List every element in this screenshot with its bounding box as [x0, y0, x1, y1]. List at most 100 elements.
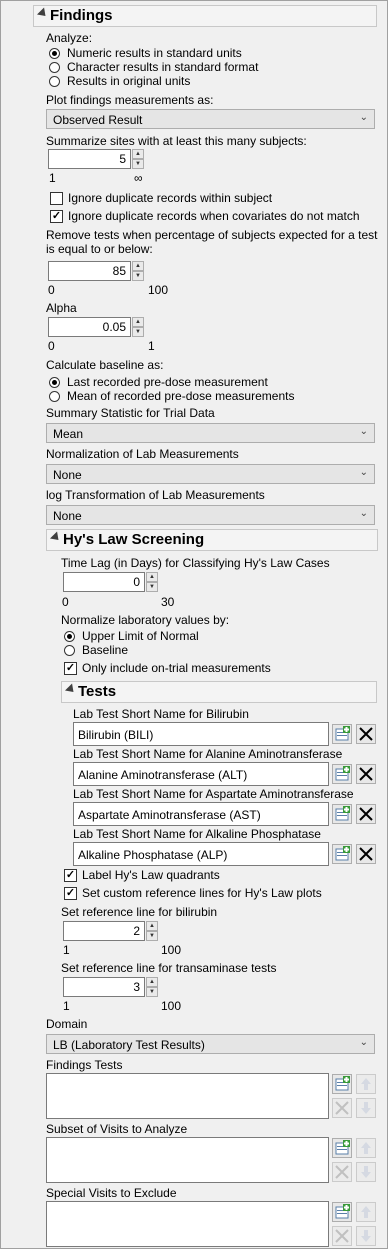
spin-up-icon[interactable]: ▲ [146, 921, 158, 931]
summary-stat-dropdown[interactable]: Mean ⌄ [46, 423, 375, 443]
domain-dropdown[interactable]: LB (Laboratory Test Results) ⌄ [46, 1034, 375, 1054]
custom-ref-checkbox[interactable]: ✓ [64, 887, 77, 900]
collapse-triangle-icon[interactable] [64, 683, 78, 696]
baseline-label: Calculate baseline as: [46, 358, 164, 372]
timelag-input[interactable]: 0 [63, 572, 145, 592]
add-column-button[interactable] [332, 764, 352, 784]
move-down-button[interactable] [356, 1098, 376, 1118]
spin-up-icon[interactable]: ▲ [146, 977, 158, 987]
remove-button[interactable] [332, 1226, 352, 1246]
trans-ref-input[interactable]: 3 [63, 977, 145, 997]
test-field-alp[interactable]: Alkaline Phosphatase (ALP) [73, 842, 329, 866]
analyze-label: Analyze: [46, 31, 93, 45]
remove-button[interactable] [356, 724, 376, 744]
analyze-option-character: Character results in standard format [67, 60, 259, 74]
bili-ref-input[interactable]: 2 [63, 921, 145, 941]
test-field-bilirubin[interactable]: Bilirubin (BILI) [73, 722, 329, 746]
tests-section-header[interactable]: Tests [61, 681, 377, 703]
collapse-triangle-icon[interactable] [36, 7, 50, 20]
remove-button[interactable] [356, 844, 376, 864]
special-visits-list[interactable] [46, 1201, 329, 1247]
test-field-alt[interactable]: Alanine Aminotransferase (ALT) [73, 762, 329, 786]
spin-up-icon[interactable]: ▲ [132, 317, 144, 327]
remove-button[interactable] [332, 1162, 352, 1182]
spin-down-icon[interactable]: ▼ [132, 271, 144, 281]
alpha-min: 0 [48, 339, 55, 353]
add-list-icon [335, 766, 350, 781]
analyze-radio-numeric[interactable] [49, 48, 60, 59]
summarize-min: 1 [49, 171, 56, 185]
close-icon [335, 1165, 349, 1179]
summarize-sites-input[interactable]: 5 [48, 149, 131, 169]
spin-up-icon[interactable]: ▲ [132, 261, 144, 271]
test-label-alt: Lab Test Short Name for Alanine Aminotra… [73, 747, 343, 761]
move-up-button[interactable] [356, 1138, 376, 1158]
test-label-alp: Lab Test Short Name for Alkaline Phospha… [73, 827, 321, 841]
alpha-max: 1 [148, 339, 155, 353]
spin-up-icon[interactable]: ▲ [146, 572, 158, 582]
normalize-radio-uln[interactable] [64, 631, 75, 642]
findings-tests-list[interactable] [46, 1073, 329, 1119]
baseline-radio-mean[interactable] [49, 391, 60, 402]
spin-up-icon[interactable]: ▲ [132, 149, 144, 159]
add-button[interactable] [332, 1138, 352, 1158]
normalize-radio-baseline[interactable] [64, 645, 75, 656]
add-column-button[interactable] [332, 804, 352, 824]
ontrial-checkbox[interactable]: ✓ [64, 662, 77, 675]
move-up-button[interactable] [356, 1202, 376, 1222]
ignore-duplicate-checkbox[interactable] [50, 192, 63, 205]
alpha-input[interactable]: 0.05 [48, 317, 131, 337]
bili-ref-max: 100 [161, 943, 182, 957]
remove-tests-input[interactable]: 85 [48, 261, 131, 281]
collapse-triangle-icon[interactable] [49, 531, 63, 544]
alpha-spinner[interactable]: ▲ ▼ [132, 317, 144, 337]
label-quadrants-checkbox[interactable]: ✓ [64, 869, 77, 882]
remove-tests-value: 85 [112, 264, 126, 278]
bili-ref-spinner[interactable]: ▲ ▼ [146, 921, 158, 941]
add-list-icon [335, 846, 350, 861]
arrow-up-icon [361, 1206, 371, 1218]
remove-button[interactable] [356, 804, 376, 824]
spin-down-icon[interactable]: ▼ [146, 582, 158, 592]
subset-visits-list[interactable] [46, 1137, 329, 1183]
spin-down-icon[interactable]: ▼ [146, 987, 158, 997]
remove-button[interactable] [356, 764, 376, 784]
hys-law-section-header[interactable]: Hy's Law Screening [46, 529, 378, 551]
close-icon [359, 727, 373, 741]
timelag-label: Time Lag (in Days) for Classifying Hy's … [61, 556, 330, 570]
normalize-label: Normalize laboratory values by: [61, 613, 230, 627]
normalize-option-baseline: Baseline [82, 643, 129, 657]
ignore-duplicate-label: Ignore duplicate records within subject [68, 191, 273, 205]
move-down-button[interactable] [356, 1162, 376, 1182]
summarize-spinner[interactable]: ▲ ▼ [132, 149, 144, 169]
test-label-ast: Lab Test Short Name for Aspartate Aminot… [73, 787, 354, 801]
analyze-radio-character[interactable] [49, 62, 60, 73]
normalization-dropdown[interactable]: None ⌄ [46, 464, 375, 484]
analyze-radio-original[interactable] [49, 76, 60, 87]
log-transform-dropdown[interactable]: None ⌄ [46, 505, 375, 525]
baseline-radio-last[interactable] [49, 377, 60, 388]
remove-tests-spinner[interactable]: ▲ ▼ [132, 261, 144, 281]
trans-ref-value: 3 [133, 980, 140, 994]
domain-value: LB (Laboratory Test Results) [53, 1038, 205, 1052]
add-button[interactable] [332, 1202, 352, 1222]
findings-section-header[interactable]: Findings [33, 5, 377, 27]
ignore-covariates-checkbox[interactable]: ✓ [50, 210, 63, 223]
add-button[interactable] [332, 1074, 352, 1094]
spin-down-icon[interactable]: ▼ [132, 159, 144, 169]
move-up-button[interactable] [356, 1074, 376, 1094]
test-field-ast[interactable]: Aspartate Aminotransferase (AST) [73, 802, 329, 826]
log-transform-value: None [53, 509, 82, 523]
remove-button[interactable] [332, 1098, 352, 1118]
add-column-button[interactable] [332, 844, 352, 864]
trans-ref-spinner[interactable]: ▲ ▼ [146, 977, 158, 997]
move-down-button[interactable] [356, 1226, 376, 1246]
add-column-button[interactable] [332, 724, 352, 744]
alpha-label: Alpha [46, 301, 77, 315]
plot-measurements-dropdown[interactable]: Observed Result ⌄ [46, 109, 375, 129]
spin-down-icon[interactable]: ▼ [132, 327, 144, 337]
arrow-up-icon [361, 1078, 371, 1090]
spin-down-icon[interactable]: ▼ [146, 931, 158, 941]
timelag-spinner[interactable]: ▲ ▼ [146, 572, 158, 592]
custom-ref-label: Set custom reference lines for Hy's Law … [82, 886, 322, 900]
